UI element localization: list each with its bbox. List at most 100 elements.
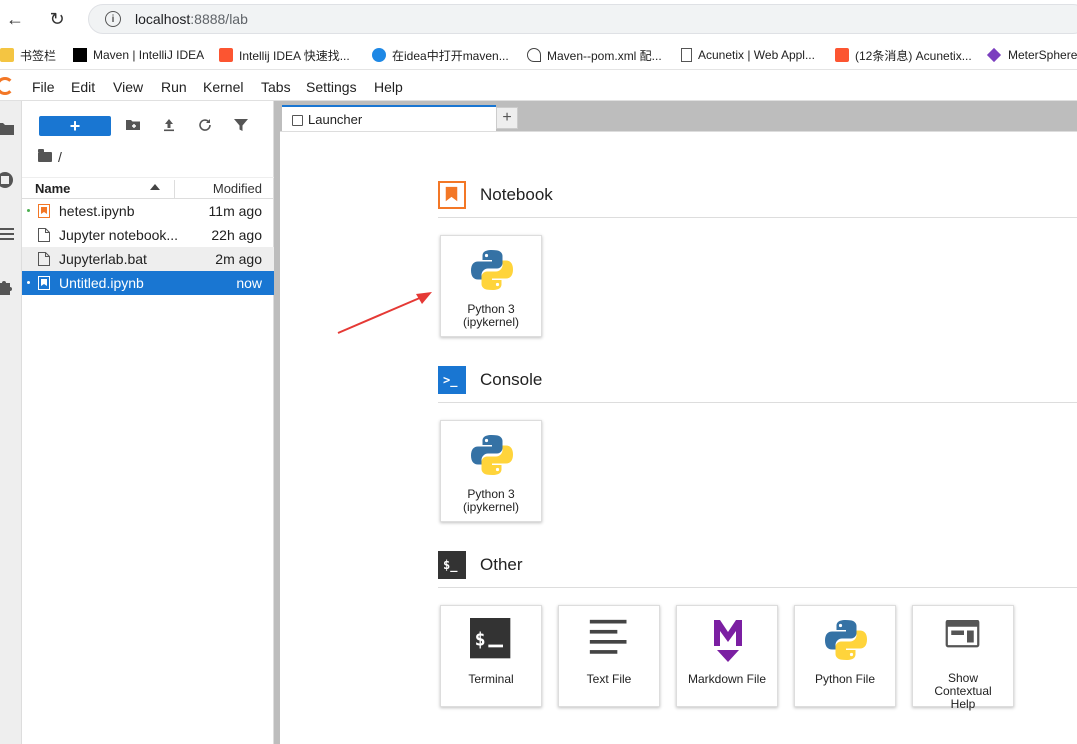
markdown-icon: [714, 620, 742, 662]
section-title: Notebook: [480, 185, 553, 204]
terminal-card[interactable]: $ Terminal: [440, 605, 542, 707]
filter-icon[interactable]: [233, 117, 249, 133]
breadcrumb[interactable]: /: [38, 149, 62, 165]
add-tab-button[interactable]: +: [496, 107, 518, 129]
file-icon: [38, 252, 50, 266]
notebook-python3-card[interactable]: Python 3 (ipykernel): [440, 235, 542, 337]
menu-help[interactable]: Help: [374, 79, 403, 95]
file-modified: now: [236, 275, 262, 291]
folder-icon[interactable]: [0, 119, 14, 137]
python-file-card[interactable]: Python File: [794, 605, 896, 707]
launcher-icon: [292, 115, 303, 126]
notebook-section-icon: [438, 181, 466, 209]
bookmark-item[interactable]: Maven | IntelliJ IDEA: [73, 46, 204, 64]
folder-icon: [0, 48, 14, 62]
menu-run[interactable]: Run: [161, 79, 187, 95]
menu-settings[interactable]: Settings: [306, 79, 357, 95]
bookmarks-bar: 书签栏 Maven | IntelliJ IDEA Intellij IDEA …: [0, 40, 1077, 70]
file-row-selected[interactable]: Untitled.ipynb now: [22, 271, 274, 295]
file-name: Untitled.ipynb: [59, 275, 144, 291]
section-other: $_ Other: [438, 550, 523, 580]
main-tab-bar: Launcher +: [280, 101, 1077, 132]
section-title: Console: [480, 370, 543, 389]
contextual-help-card[interactable]: Show Contextual Help: [912, 605, 1014, 711]
menu-kernel[interactable]: Kernel: [203, 79, 243, 95]
file-row[interactable]: hetest.ipynb 11m ago: [22, 199, 274, 223]
section-divider: [438, 217, 1077, 218]
bookmark-item[interactable]: Maven--pom.xml 配...: [527, 46, 662, 64]
running-indicator-icon: [27, 281, 30, 284]
sort-ascending-icon: [150, 184, 160, 190]
other-section-icon: $_: [438, 551, 466, 579]
card-label: Terminal: [468, 672, 514, 686]
notebook-icon: [38, 276, 50, 290]
file-browser-toolbar: +: [22, 113, 274, 137]
menu-edit[interactable]: Edit: [71, 79, 95, 95]
card-label: Python File: [814, 672, 876, 686]
upload-icon[interactable]: [161, 117, 177, 133]
bookmark-folder[interactable]: 书签栏: [0, 46, 56, 64]
new-folder-icon[interactable]: [125, 117, 141, 133]
file-name: Jupyter notebook...: [59, 227, 179, 243]
site-icon: [527, 48, 541, 62]
contextual-help-icon: [945, 620, 980, 648]
column-name[interactable]: Name: [35, 181, 70, 196]
metersphere-icon: [986, 47, 1002, 63]
annotation-arrow-icon: [337, 292, 432, 334]
bookmark-item[interactable]: 在idea中打开maven...: [372, 46, 509, 64]
browser-toolbar: ← ↻ i localhost:8888/lab: [0, 0, 1077, 38]
column-divider[interactable]: [174, 180, 175, 198]
address-bar[interactable]: i localhost:8888/lab: [88, 4, 1077, 34]
page-icon: [681, 48, 692, 62]
folder-icon: [38, 149, 52, 162]
bookmark-item[interactable]: MeterSphere: [986, 46, 1077, 64]
file-modified: 22h ago: [211, 227, 262, 243]
left-activity-bar: [0, 101, 22, 744]
column-modified[interactable]: Modified: [213, 181, 262, 196]
file-icon: [38, 228, 50, 242]
launcher-panel: Notebook Python 3 (ipykernel) >_ Console …: [280, 131, 1077, 744]
file-modified: 2m ago: [215, 251, 262, 267]
card-label: Text File: [586, 672, 632, 686]
text-file-icon: [589, 619, 627, 654]
tab-launcher[interactable]: Launcher: [282, 105, 496, 132]
bookmark-item[interactable]: Intellij IDEA 快速找...: [219, 46, 350, 64]
new-launcher-button[interactable]: +: [39, 116, 111, 136]
breadcrumb-root[interactable]: /: [58, 149, 62, 165]
url-text: localhost:8888/lab: [135, 11, 248, 27]
refresh-icon[interactable]: [197, 117, 213, 133]
menu-view[interactable]: View: [113, 79, 143, 95]
toc-icon[interactable]: [0, 225, 14, 243]
card-label: Python 3 (ipykernel): [462, 487, 519, 514]
reload-button[interactable]: ↻: [46, 8, 68, 30]
file-browser: + / Name Modified hetest.ipynb 11m ago J…: [22, 101, 274, 744]
python-logo-icon: [471, 435, 513, 475]
section-title: Other: [480, 555, 523, 574]
tab-label: Launcher: [308, 112, 363, 127]
file-row[interactable]: Jupyter notebook... 22h ago: [22, 223, 274, 247]
card-label: Markdown File: [687, 672, 767, 686]
menu-tabs[interactable]: Tabs: [261, 79, 291, 95]
file-modified: 11m ago: [208, 203, 262, 219]
csdn-icon: [835, 48, 849, 62]
file-name: Jupyterlab.bat: [59, 251, 147, 267]
info-icon[interactable]: i: [105, 11, 121, 27]
section-divider: [438, 587, 1077, 588]
markdown-file-card[interactable]: Markdown File: [676, 605, 778, 707]
bookmark-item[interactable]: Acunetix | Web Appl...: [681, 46, 815, 64]
menu-file[interactable]: File: [32, 79, 55, 95]
bookmark-item[interactable]: (12条消息) Acunetix...: [835, 46, 972, 64]
card-label: Python 3 (ipykernel): [462, 302, 519, 329]
file-list-header: Name Modified: [22, 177, 274, 199]
menu-bar: File Edit View Run Kernel Tabs Settings …: [0, 73, 1077, 101]
running-icon[interactable]: [0, 171, 14, 189]
intellij-icon: [73, 48, 87, 62]
file-name: hetest.ipynb: [59, 203, 135, 219]
file-row[interactable]: Jupyterlab.bat 2m ago: [22, 247, 274, 271]
notebook-icon: [38, 204, 50, 218]
back-button[interactable]: ←: [4, 8, 26, 30]
extension-icon[interactable]: [0, 277, 14, 295]
python-logo-icon: [471, 250, 513, 290]
text-file-card[interactable]: Text File: [558, 605, 660, 707]
console-python3-card[interactable]: Python 3 (ipykernel): [440, 420, 542, 522]
